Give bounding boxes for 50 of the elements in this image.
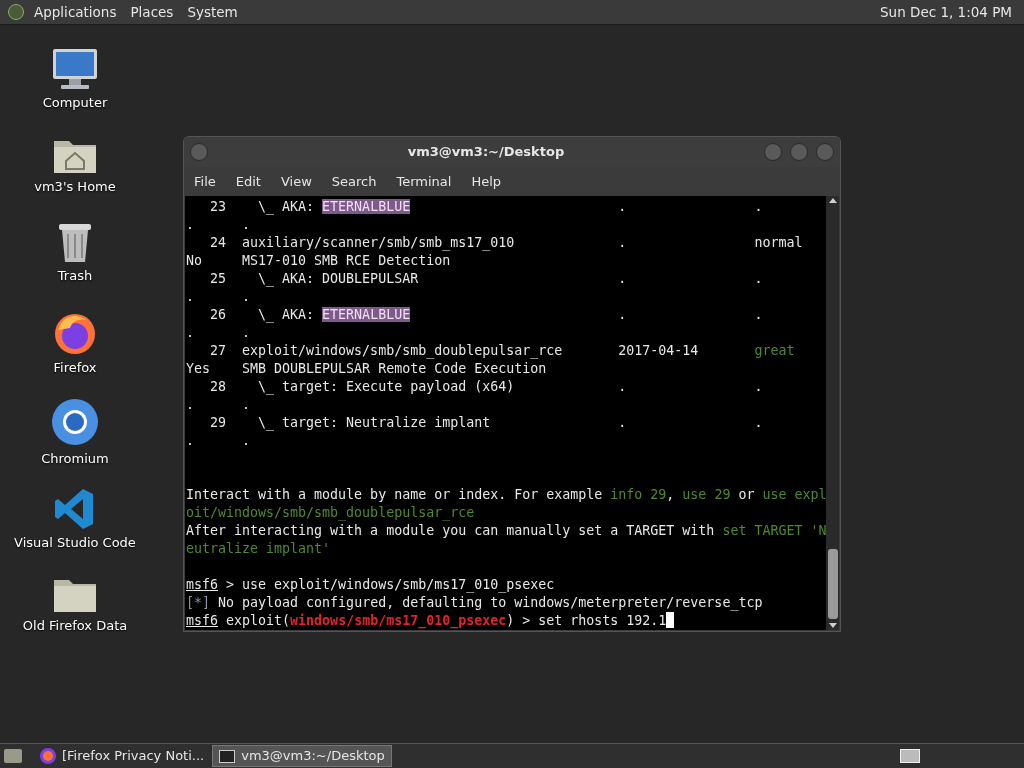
terminal-line: . . (186, 432, 252, 450)
terminal-line: . . (186, 396, 252, 414)
cursor (666, 612, 675, 628)
desktop-icon-label[interactable]: Computer (42, 93, 108, 113)
terminal-line: 23 \_ AKA: ETERNALBLUE . . (209, 198, 764, 216)
menu-item[interactable]: View (280, 171, 312, 191)
menu-item[interactable]: Help (471, 171, 502, 191)
window-title: vm3@vm3:~/Desktop (406, 143, 566, 161)
scrollbar[interactable] (826, 196, 839, 630)
terminal-line: . . (186, 288, 252, 306)
scrollbar-thumb[interactable] (827, 549, 838, 619)
terminal-line: eutralize implant' (186, 540, 332, 558)
firefox-icon (40, 748, 56, 764)
desktop-icon-label[interactable]: Old Firefox Data (22, 616, 128, 636)
taskbar-button[interactable]: [Firefox Privacy Noti... (34, 745, 211, 767)
taskbar-button[interactable]: vm3@vm3:~/Desktop (212, 745, 392, 767)
panel-menu[interactable]: Places (130, 1, 174, 23)
terminal-line: [*] No payload configured, defaulting to windows/meterpreter/reverse_tcp (186, 594, 764, 612)
menu-logo-icon[interactable] (8, 4, 24, 20)
clock[interactable]: Sun Dec 1, 1:04 PM (880, 1, 1012, 23)
terminal-line: 24 auxiliary/scanner/smb/smb_ms17_010 . normal (209, 234, 804, 252)
menu-item[interactable]: Search (331, 171, 377, 191)
terminal-line: 27 exploit/windows/smb/smb_doublepulsar_rce 2017-04-14 great (209, 342, 796, 360)
terminal-line: No MS17-010 SMB RCE Detection (186, 252, 452, 270)
desktop-icon-label[interactable]: Firefox (53, 357, 97, 377)
terminal-line: 28 \_ target: Execute payload (x64) . . (209, 378, 764, 396)
terminal-line: Interact with a module by name or index. For example info 29, use 29 or use expl (186, 486, 827, 504)
terminal-line: msf6 > use exploit/windows/smb/ms17_010_psexec (186, 576, 556, 594)
terminal-line: Yes SMB DOUBLEPULSAR Remote Code Execution (186, 360, 548, 378)
desktop-icon-label[interactable]: Chromium (41, 449, 109, 469)
desktop-icon-label[interactable]: Trash (57, 266, 93, 286)
terminal-line: After interacting with a module you can manually set a TARGET with set TARGET 'N (186, 522, 827, 540)
menu-item[interactable]: Edit (235, 171, 261, 191)
panel-menu[interactable]: System (187, 1, 238, 23)
terminal-line: oit/windows/smb/smb_doublepulsar_rce (186, 504, 476, 522)
terminal-line: . . (186, 216, 252, 234)
terminal-line: . . (186, 324, 252, 342)
desktop-icon-label[interactable]: vm3's Home (34, 176, 116, 196)
chromium-icon[interactable] (50, 399, 100, 447)
terminal-line: msf6 exploit(windows/smb/ms17_010_psexec) > set rhosts 192.1 (186, 612, 827, 630)
panel-menu[interactable]: Applications (34, 1, 117, 23)
terminal-icon (219, 749, 236, 763)
terminal-line: 26 \_ AKA: ETERNALBLUE . . (209, 306, 764, 324)
desktop-icon-label[interactable]: Visual Studio Code (14, 532, 136, 552)
scroll-up-arrow-icon[interactable] (828, 198, 837, 203)
scroll-down-arrow-icon[interactable] (828, 623, 837, 628)
menu-item[interactable]: File (194, 171, 216, 191)
terminal-line: 29 \_ target: Neutralize implant . . (209, 414, 764, 432)
terminal-line: 25 \_ AKA: DOUBLEPULSAR . . (209, 270, 764, 288)
menu-item[interactable]: Terminal (396, 171, 452, 191)
